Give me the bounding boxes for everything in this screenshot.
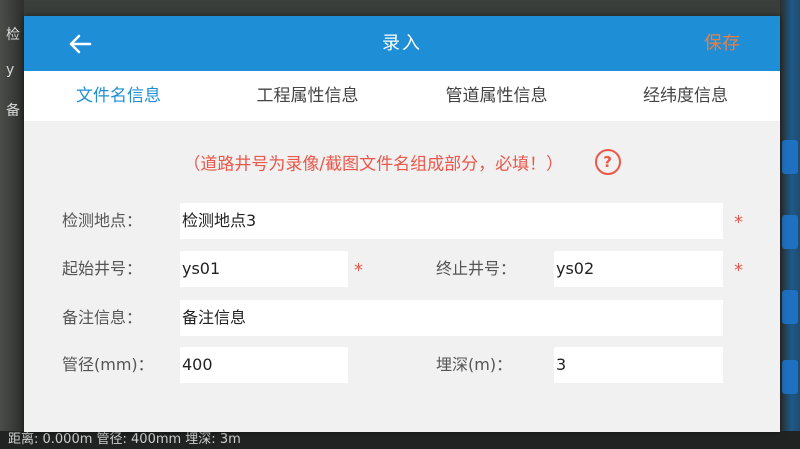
remark-input[interactable]: 备注信息 [180, 300, 723, 336]
tab-bar: 文件名信息 工程属性信息 管道属性信息 经纬度信息 [24, 71, 780, 121]
background-text: y [6, 62, 15, 78]
background-button[interactable] [782, 290, 798, 324]
diameter-label: 管径(mm)： [62, 355, 154, 374]
depth-label: 埋深(m)： [436, 355, 513, 374]
required-mark: * [354, 260, 363, 281]
tab-project-attributes[interactable]: 工程属性信息 [213, 71, 402, 121]
depth-input[interactable]: 3 [554, 347, 723, 383]
required-mark: * [734, 212, 743, 233]
hint-row: （道路井号为录像/截图文件名组成部分，必填！） ? [24, 149, 780, 175]
back-button[interactable] [62, 28, 98, 60]
location-input[interactable]: 检测地点3 [180, 203, 723, 239]
required-mark: * [734, 260, 743, 281]
start-well-label: 起始井号： [62, 259, 143, 278]
background-text: 备 [6, 103, 20, 119]
tab-pipe-attributes[interactable]: 管道属性信息 [402, 71, 591, 121]
start-well-input[interactable]: ys01 [180, 251, 348, 287]
required-hint-text: （道路井号为录像/截图文件名组成部分，必填！） [183, 154, 564, 175]
diameter-input[interactable]: 400 [180, 347, 348, 383]
arrow-left-icon [69, 34, 92, 54]
background-right-panel [780, 0, 800, 449]
dialog-title: 录入 [382, 33, 422, 54]
background-status-text: 距离: 0.000m 管径: 400mm 埋深: 3m [0, 431, 800, 449]
end-well-input[interactable]: ys02 [554, 251, 723, 287]
end-well-label: 终止井号： [436, 259, 517, 278]
help-icon[interactable]: ? [594, 149, 621, 175]
background-button[interactable] [782, 140, 798, 174]
save-button[interactable]: 保存 [704, 16, 740, 71]
background-text: 检 [6, 27, 20, 43]
tab-coordinates[interactable]: 经纬度信息 [591, 71, 780, 121]
tab-file-name-info[interactable]: 文件名信息 [24, 71, 213, 121]
dialog-titlebar: 录入 保存 [24, 16, 780, 71]
remark-label: 备注信息： [62, 308, 143, 327]
entry-dialog: 录入 保存 文件名信息 工程属性信息 管道属性信息 经纬度信息 （道路井号为录像… [24, 16, 780, 432]
background-button[interactable] [782, 215, 798, 249]
location-label: 检测地点： [62, 211, 143, 230]
background-button[interactable] [782, 360, 798, 394]
